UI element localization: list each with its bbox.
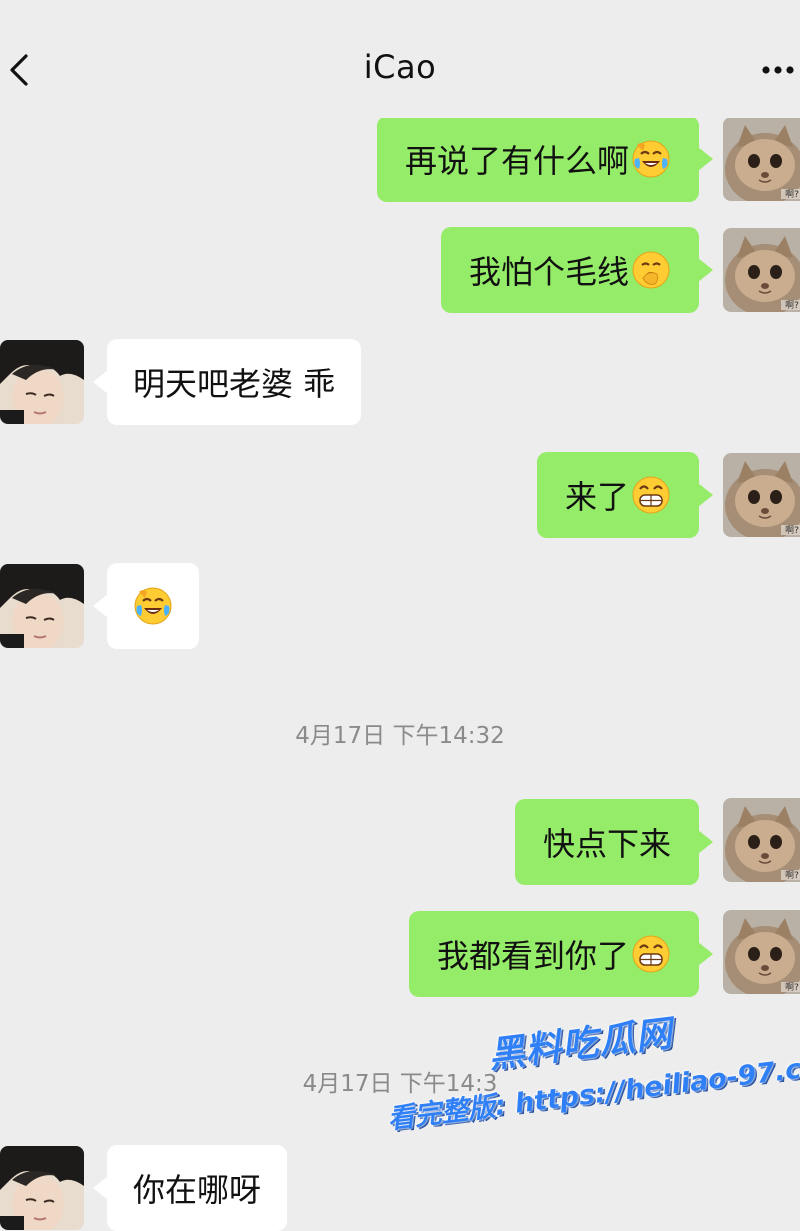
chat-title: iCao bbox=[363, 48, 437, 86]
contact-avatar[interactable] bbox=[0, 564, 84, 648]
timestamp: 4月17日 下午14:32 bbox=[295, 723, 505, 749]
message-sent[interactable]: 快点下来 bbox=[514, 799, 714, 885]
message-received[interactable]: 你在哪呀 bbox=[92, 1145, 288, 1231]
avatar-caption: 啊? bbox=[785, 982, 799, 993]
message-text: 我怕个毛线 bbox=[468, 253, 629, 291]
message-received[interactable]: 明天吧老婆 乖 bbox=[92, 339, 362, 425]
message-text: 快点下来 bbox=[542, 825, 671, 863]
message-text: 明天吧老婆 乖 bbox=[133, 365, 336, 403]
yawn-emoji-icon bbox=[631, 250, 671, 290]
my-avatar[interactable]: 啊? bbox=[723, 228, 800, 312]
message-text: 再说了有什么啊 bbox=[404, 142, 629, 180]
more-dots-icon bbox=[762, 66, 794, 74]
laugh-cry-emoji-icon bbox=[133, 586, 173, 626]
avatar-caption: 啊? bbox=[785, 870, 799, 881]
message-text: 来了 bbox=[564, 478, 629, 516]
contact-avatar[interactable] bbox=[0, 340, 84, 424]
grin-emoji-icon bbox=[631, 934, 671, 974]
avatar-caption: 啊? bbox=[785, 300, 799, 311]
avatar-caption: 啊? bbox=[785, 189, 799, 200]
message-received[interactable] bbox=[93, 563, 199, 649]
my-avatar[interactable]: 啊? bbox=[723, 453, 800, 537]
message-sent[interactable]: 再说了有什么啊 bbox=[376, 116, 714, 202]
chat-header: iCao bbox=[0, 0, 800, 118]
avatar-caption: 啊? bbox=[785, 525, 799, 536]
more-button[interactable] bbox=[756, 50, 800, 90]
my-avatar[interactable]: 啊? bbox=[723, 910, 800, 994]
message-sent[interactable]: 我怕个毛线 bbox=[440, 227, 714, 313]
grin-emoji-icon bbox=[631, 475, 671, 515]
message-sent[interactable]: 我都看到你了 bbox=[408, 911, 714, 997]
my-avatar[interactable]: 啊? bbox=[723, 798, 800, 882]
message-text: 你在哪呀 bbox=[133, 1171, 262, 1209]
contact-avatar[interactable] bbox=[0, 1146, 84, 1230]
laugh-cry-emoji-icon bbox=[631, 139, 671, 179]
message-sent[interactable]: 来了 bbox=[536, 452, 714, 538]
message-text: 我都看到你了 bbox=[436, 937, 629, 975]
my-avatar[interactable]: 啊? bbox=[723, 117, 800, 201]
